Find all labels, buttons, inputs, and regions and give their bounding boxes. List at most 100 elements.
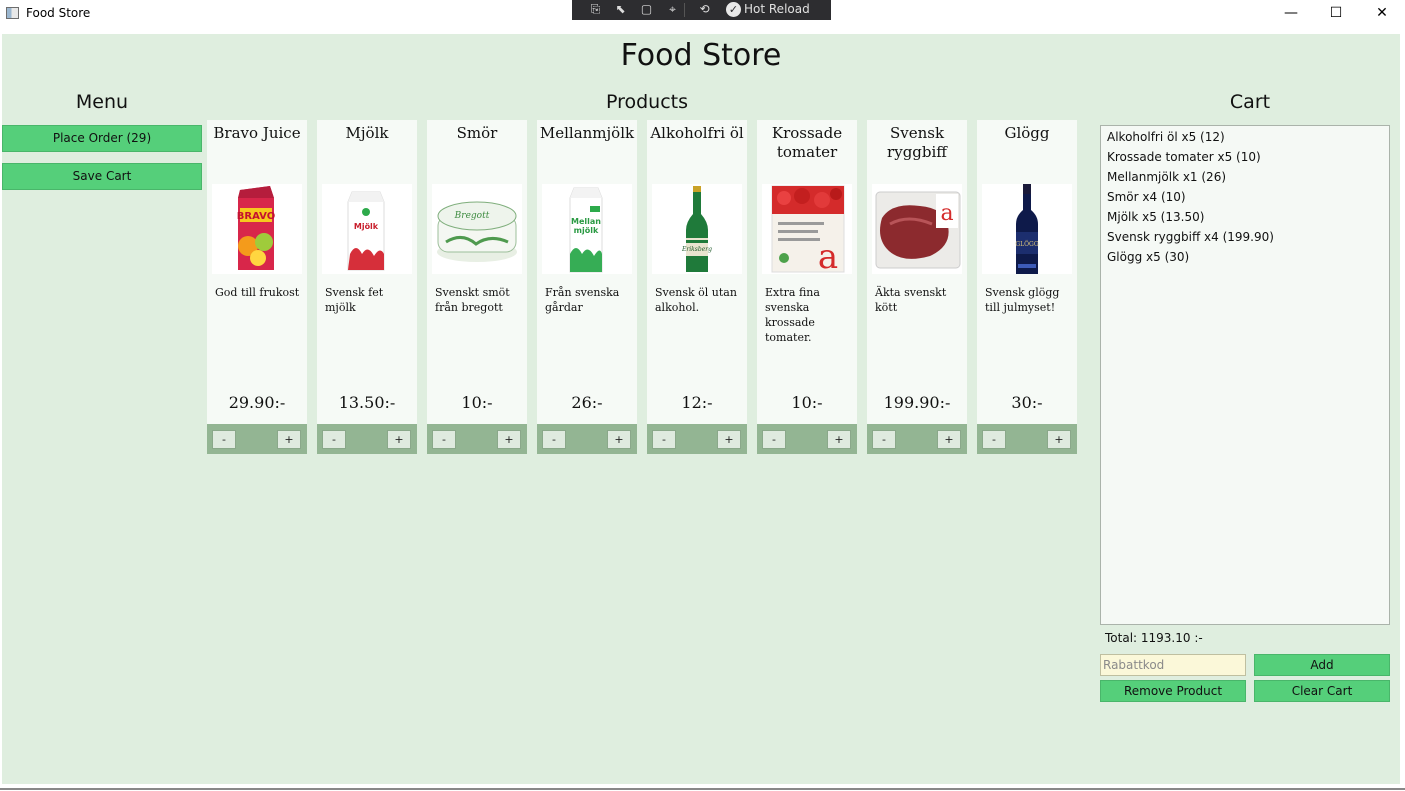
product-price: 199.90:-	[883, 393, 951, 412]
toolbar-separator	[684, 3, 685, 17]
quantity-controls: - +	[867, 424, 967, 454]
product-price: 13.50:-	[338, 393, 396, 412]
quantity-controls: - +	[207, 424, 307, 454]
product-description: Svensk glögg till julmyset!	[985, 286, 1060, 314]
cart-item[interactable]: Alkoholfri öl x5 (12)	[1107, 130, 1225, 144]
product-card: Mjölk Mjölk Svensk fet mjölk 13.50:- - +	[317, 120, 417, 454]
product-price: 12:-	[681, 393, 713, 412]
increase-button[interactable]: +	[937, 430, 961, 449]
window-bottom-border	[0, 788, 1405, 790]
svg-text:Bregott: Bregott	[454, 211, 490, 221]
milk-carton-image: Mjölk	[322, 184, 412, 274]
product-price: 29.90:-	[228, 393, 286, 412]
svg-text:a: a	[818, 237, 838, 274]
product-price: 26:-	[571, 393, 603, 412]
product-price: 30:-	[1011, 393, 1043, 412]
window-title: Food Store	[26, 6, 91, 20]
increase-button[interactable]: +	[607, 430, 631, 449]
product-description: Från svenska gårdar	[545, 286, 620, 314]
decrease-button[interactable]: -	[982, 430, 1006, 449]
app-window-icon	[6, 7, 19, 19]
select-element-icon[interactable]: ⬉	[613, 2, 628, 17]
svg-text:BRAVO: BRAVO	[237, 211, 275, 222]
cart-item[interactable]: Mjölk x5 (13.50)	[1107, 210, 1204, 224]
beef-package-image: a	[872, 184, 962, 274]
maximize-button[interactable]: ☐	[1313, 0, 1359, 28]
hot-reload-settings-icon[interactable]: ⟲	[697, 2, 712, 17]
product-price: 10:-	[791, 393, 823, 412]
decrease-button[interactable]: -	[652, 430, 676, 449]
product-description: God till frukost	[215, 286, 300, 299]
increase-button[interactable]: +	[827, 430, 851, 449]
increase-button[interactable]: +	[277, 430, 301, 449]
product-name: Glögg	[1004, 124, 1050, 142]
save-cart-button[interactable]: Save Cart	[2, 163, 202, 190]
wine-bottle-image: GLÖGG	[982, 184, 1072, 274]
product-price: 10:-	[461, 393, 493, 412]
product-description: Svensk fet mjölk	[325, 286, 384, 314]
product-description: Äkta svenskt kött	[875, 286, 947, 314]
discount-code-input[interactable]	[1100, 654, 1246, 676]
product-name: Smör	[456, 124, 498, 142]
app-client-area: Food Store Menu Products Cart Place Orde…	[2, 34, 1400, 784]
product-description: Extra fina svenska krossade tomater.	[765, 286, 820, 344]
product-card: Smör Bregott Svenskt smöt från bregott 1…	[427, 120, 527, 454]
decrease-button[interactable]: -	[872, 430, 896, 449]
cart-heading: Cart	[1229, 91, 1271, 113]
svg-text:Eriksberg: Eriksberg	[681, 246, 712, 253]
product-name: Alkoholfri öl	[650, 124, 744, 142]
quantity-controls: - +	[427, 424, 527, 454]
cart-item[interactable]: Krossade tomater x5 (10)	[1107, 150, 1261, 164]
close-button[interactable]: ✕	[1359, 0, 1405, 28]
debug-toolbar: ⎘ ⬉ ▢ ⌖ ⟲ ✓ Hot Reload	[572, 0, 831, 20]
quantity-controls: - +	[977, 424, 1077, 454]
increase-button[interactable]: +	[387, 430, 411, 449]
milk-carton-green-image: Mellan mjölk	[542, 184, 632, 274]
place-order-button[interactable]: Place Order (29)	[2, 125, 202, 152]
quantity-controls: - +	[647, 424, 747, 454]
decrease-button[interactable]: -	[762, 430, 786, 449]
cart-item[interactable]: Glögg x5 (30)	[1107, 250, 1189, 264]
display-adorners-icon[interactable]: ▢	[639, 2, 654, 17]
clear-cart-button[interactable]: Clear Cart	[1254, 680, 1390, 702]
product-card: Krossade tomater a Extra fina svenska kr…	[757, 120, 857, 454]
cart-item[interactable]: Svensk ryggbiff x4 (199.90)	[1107, 230, 1274, 244]
remove-product-button[interactable]: Remove Product	[1100, 680, 1246, 702]
product-card: Mellanmjölk Mellan mjölk Från svenska gå…	[537, 120, 637, 454]
cart-list[interactable]: Alkoholfri öl x5 (12) Krossade tomater x…	[1100, 125, 1390, 625]
minimize-button[interactable]: —	[1268, 0, 1314, 28]
increase-button[interactable]: +	[497, 430, 521, 449]
product-card: Alkoholfri öl Eriksberg Svensk öl utan a…	[647, 120, 747, 454]
svg-text:Mjölk: Mjölk	[354, 222, 379, 231]
quantity-controls: - +	[317, 424, 417, 454]
app-title: Food Store	[620, 38, 782, 73]
hot-reload-label: Hot Reload	[744, 2, 810, 16]
cart-item[interactable]: Smör x4 (10)	[1107, 190, 1186, 204]
decrease-button[interactable]: -	[542, 430, 566, 449]
product-name: Krossade tomater	[771, 124, 843, 161]
svg-text:Mellan: Mellan	[571, 217, 601, 226]
product-card: Glögg GLÖGG Svensk glögg till julmyset! …	[977, 120, 1077, 454]
product-name: Svensk ryggbiff	[887, 124, 947, 161]
decrease-button[interactable]: -	[212, 430, 236, 449]
cart-item[interactable]: Mellanmjölk x1 (26)	[1107, 170, 1226, 184]
svg-text:mjölk: mjölk	[574, 226, 599, 235]
svg-text:a: a	[940, 201, 953, 226]
track-focus-icon[interactable]: ⌖	[665, 2, 680, 17]
decrease-button[interactable]: -	[432, 430, 456, 449]
increase-button[interactable]: +	[717, 430, 741, 449]
products-heading: Products	[605, 91, 689, 113]
add-discount-button[interactable]: Add	[1254, 654, 1390, 676]
product-card: Svensk ryggbiff a Äkta svenskt kött 199.…	[867, 120, 967, 454]
butter-tub-image: Bregott	[432, 184, 522, 274]
cart-total: Total: 1193.10 :-	[1105, 631, 1203, 645]
live-visual-tree-icon[interactable]: ⎘	[588, 2, 603, 17]
product-description: Svensk öl utan alkohol.	[655, 286, 737, 314]
increase-button[interactable]: +	[1047, 430, 1071, 449]
svg-text:GLÖGG: GLÖGG	[1015, 241, 1038, 248]
quantity-controls: - +	[537, 424, 637, 454]
menu-heading: Menu	[75, 91, 129, 113]
product-name: Bravo Juice	[213, 124, 301, 142]
decrease-button[interactable]: -	[322, 430, 346, 449]
hot-reload-check-icon: ✓	[726, 2, 741, 17]
